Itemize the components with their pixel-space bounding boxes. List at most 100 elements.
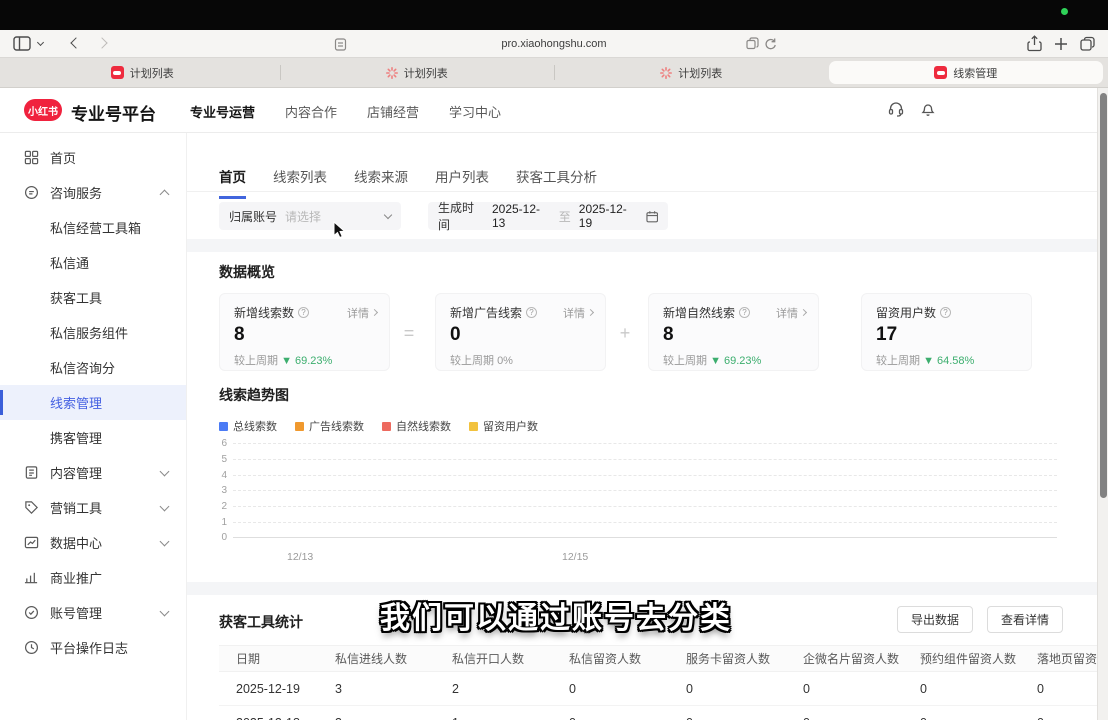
- legend-swatch: [382, 422, 391, 431]
- cell: 3: [318, 682, 435, 696]
- stat-label: 新增自然线索: [663, 304, 735, 321]
- chevron-down-icon: [160, 466, 170, 476]
- sidebar-item-msg-service-component[interactable]: 私信服务组件: [0, 315, 186, 350]
- sidebar-item-carry-customer[interactable]: 携客管理: [0, 420, 186, 455]
- sidebar-item-private-msg-toolbox[interactable]: 私信经营工具箱: [0, 210, 186, 245]
- detail-link[interactable]: 详情: [776, 305, 806, 321]
- tab-tool-analysis[interactable]: 获客工具分析: [516, 166, 597, 199]
- export-data-button[interactable]: 导出数据: [897, 606, 973, 633]
- page-copy-icon[interactable]: [746, 37, 759, 55]
- legend-swatch: [295, 422, 304, 431]
- help-icon[interactable]: [526, 307, 537, 318]
- legend-label: 总线索数: [233, 418, 277, 434]
- sidebar-item-customer-tools[interactable]: 获客工具: [0, 280, 186, 315]
- nav-item-content-coop[interactable]: 内容合作: [285, 102, 337, 121]
- sidebar-group-data-center[interactable]: 数据中心: [0, 525, 186, 560]
- stat-label: 留资用户数: [876, 304, 936, 321]
- account-select[interactable]: 归属账号 请选择: [219, 202, 401, 230]
- bar-chart-icon: [24, 570, 39, 585]
- browser-toolbar: pro.xiaohongshu.com: [0, 30, 1108, 58]
- chart-legend: 总线索数 广告线索数 自然线索数 留资用户数: [219, 418, 538, 434]
- sidebar-item-msg-consult-score[interactable]: 私信咨询分: [0, 350, 186, 385]
- period-label: 较上周期: [663, 355, 707, 367]
- equals-operator: =: [394, 323, 424, 344]
- video-caption: 我们可以通过账号去分类: [380, 593, 732, 637]
- detail-link[interactable]: 详情: [347, 305, 377, 321]
- date-to-value[interactable]: 2025-12-19: [579, 202, 638, 230]
- cell: 0: [669, 682, 786, 696]
- sidebar-item-label: 账号管理: [50, 603, 102, 622]
- address-bar[interactable]: pro.xiaohongshu.com: [0, 38, 1108, 50]
- help-icon[interactable]: [940, 307, 951, 318]
- period-label: 较上周期: [450, 355, 494, 367]
- legend-label: 自然线索数: [396, 418, 451, 434]
- tab-lead-list[interactable]: 线索列表: [273, 166, 327, 199]
- period-label: 较上周期: [876, 355, 920, 367]
- cell: 0: [552, 716, 669, 720]
- y-tick-label: 1: [219, 517, 233, 528]
- reload-icon[interactable]: [764, 37, 777, 55]
- sidebar-item-label: 商业推广: [50, 568, 102, 587]
- page-scrollbar[interactable]: [1097, 88, 1108, 720]
- tab-label: 计划列表: [404, 65, 448, 81]
- calendar-icon: [646, 210, 658, 223]
- account-select-label: 归属账号: [229, 208, 277, 225]
- help-icon[interactable]: [739, 307, 750, 318]
- chevron-down-icon: [160, 536, 170, 546]
- share-icon[interactable]: [1027, 35, 1042, 52]
- letterbox-bar: [0, 0, 1108, 30]
- stat-label: 新增线索数: [234, 304, 294, 321]
- date-range-picker[interactable]: 生成时间 2025-12-13 至 2025-12-19: [428, 202, 668, 230]
- browser-tab[interactable]: 计划列表: [554, 58, 829, 87]
- trend-icon: [24, 535, 39, 550]
- chevron-right-icon: [587, 309, 594, 316]
- page-title: 专业号平台: [71, 100, 156, 125]
- nav-item-operation[interactable]: 专业号运营: [190, 102, 255, 121]
- sidebar-item-operation-log[interactable]: 平台操作日志: [0, 630, 186, 665]
- x-tick-label: 12/15: [562, 551, 588, 563]
- new-tab-icon[interactable]: [1054, 37, 1068, 51]
- legend-swatch: [219, 422, 228, 431]
- stat-value: 8: [234, 324, 377, 346]
- stat-value: 17: [876, 324, 1019, 346]
- tab-overview-icon[interactable]: [1080, 36, 1095, 51]
- col-header-date: 日期: [219, 650, 318, 667]
- tab-home[interactable]: 首页: [219, 166, 246, 199]
- tab-lead-source[interactable]: 线索来源: [354, 166, 408, 199]
- view-detail-button[interactable]: 查看详情: [987, 606, 1063, 633]
- sidebar-group-consult[interactable]: 咨询服务: [0, 175, 186, 210]
- log-icon: [24, 640, 39, 655]
- tab-label: 计划列表: [130, 65, 174, 81]
- sidebar-item-private-msg-pass[interactable]: 私信通: [0, 245, 186, 280]
- sidebar-group-content[interactable]: 内容管理: [0, 455, 186, 490]
- sidebar-group-marketing[interactable]: 营销工具: [0, 490, 186, 525]
- notification-bell-icon[interactable]: [920, 101, 936, 117]
- sidebar-item-lead-management[interactable]: 线索管理: [0, 385, 186, 420]
- help-icon[interactable]: [298, 307, 309, 318]
- date-range-label: 生成时间: [438, 199, 484, 233]
- sidebar-group-account[interactable]: 账号管理: [0, 595, 186, 630]
- sidebar-item-label: 私信服务组件: [50, 323, 128, 342]
- browser-tab-active[interactable]: 线索管理: [829, 61, 1104, 84]
- col-header: 私信进线人数: [318, 650, 435, 667]
- browser-tab[interactable]: 计划列表: [280, 58, 555, 87]
- cell: 0: [669, 716, 786, 720]
- customer-service-icon[interactable]: [888, 101, 904, 117]
- nav-item-shop[interactable]: 店铺经营: [367, 102, 419, 121]
- cell: 2: [435, 682, 552, 696]
- sidebar-item-home[interactable]: 首页: [0, 140, 186, 175]
- x-tick-label: 12/13: [287, 551, 313, 563]
- tab-user-list[interactable]: 用户列表: [435, 166, 489, 199]
- cell: 3: [318, 716, 435, 720]
- browser-tab[interactable]: 计划列表: [5, 58, 280, 87]
- browser-tab-bar: 计划列表 计划列表 计划列表 线索管理: [0, 58, 1108, 88]
- sidebar-item-promotion[interactable]: 商业推广: [0, 560, 186, 595]
- tab-label: 线索管理: [953, 65, 997, 81]
- detail-link[interactable]: 详情: [563, 305, 593, 321]
- plus-operator: +: [610, 323, 640, 344]
- date-from-value[interactable]: 2025-12-13: [492, 202, 551, 230]
- change-value: ▼ 69.23%: [710, 355, 761, 367]
- xiaohongshu-logo: 小红书: [24, 99, 62, 121]
- nav-item-learning[interactable]: 学习中心: [449, 102, 501, 121]
- scrollbar-thumb[interactable]: [1100, 93, 1107, 498]
